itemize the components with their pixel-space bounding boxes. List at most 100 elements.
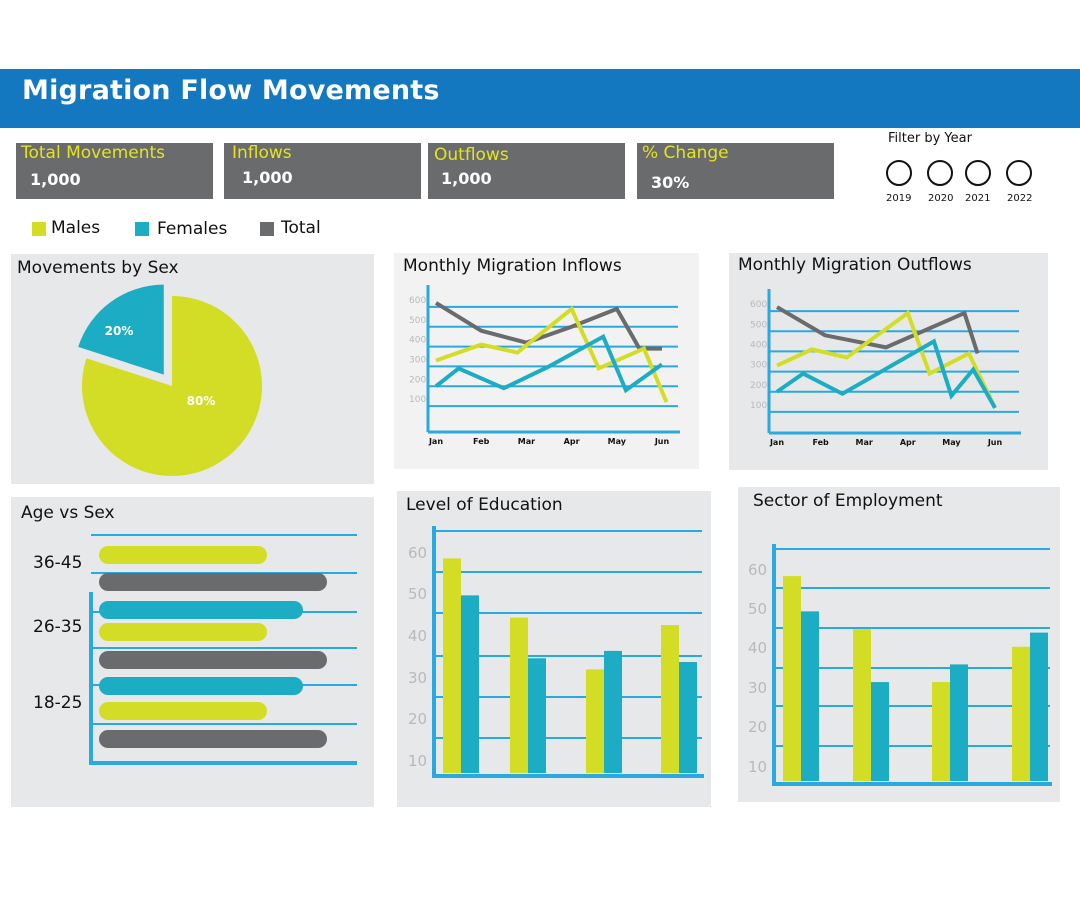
kpi-label: % Change <box>642 143 729 163</box>
category-label: 18-25 <box>33 693 82 713</box>
category-label: 36-45 <box>33 553 82 573</box>
dashboard-header: Migration Flow Movements <box>0 69 1080 128</box>
year-button-2020[interactable] <box>927 160 953 186</box>
x-tick-label: Feb <box>473 437 490 446</box>
bar-females <box>461 595 479 773</box>
page-title: Migration Flow Movements <box>22 75 440 106</box>
x-tick-label: May <box>608 437 627 446</box>
sector-bar-chart: 60 50 40 30 20 10 <box>748 544 1052 786</box>
y-tick-label: 50 <box>748 600 767 618</box>
bar-males <box>1012 646 1030 781</box>
bar-males <box>853 629 871 781</box>
y-tick-label: 60 <box>748 561 767 579</box>
legend-label-total: Total <box>281 218 321 238</box>
y-tick-label: 10 <box>408 752 427 770</box>
kpi-inflows: Inflows 1,000 <box>224 143 421 199</box>
x-tick-label: Feb <box>812 438 829 447</box>
pie-label: 80% <box>187 394 216 408</box>
bar-males <box>99 546 267 564</box>
bar-females <box>679 662 697 773</box>
y-tick-label: 600 <box>409 296 426 306</box>
bar-females <box>1030 632 1048 781</box>
category-label: 26-35 <box>33 617 82 637</box>
bar-males <box>510 617 528 773</box>
series-line-females <box>434 333 664 394</box>
y-tick-label: 10 <box>748 758 767 776</box>
y-tick-label: 40 <box>748 639 767 657</box>
legend-swatch-males <box>32 222 46 236</box>
legend-swatch-total <box>260 222 274 236</box>
x-tick-label: May <box>942 438 961 447</box>
bar-females <box>801 611 819 781</box>
year-label-2019: 2019 <box>886 193 912 204</box>
inflows-line-chart: 600 500 400 300 200 100 Jan Feb Mar Apr May Jun <box>409 285 680 446</box>
y-tick-label: 200 <box>750 381 767 391</box>
bar-males <box>443 558 461 773</box>
pie-label: 20% <box>105 324 134 338</box>
kpi-label: Outflows <box>434 145 509 165</box>
year-button-2019[interactable] <box>886 160 912 186</box>
kpi-total-movements: Total Movements 1,000 <box>16 143 213 199</box>
bar-males <box>783 576 801 781</box>
kpi-value: 1,000 <box>30 170 81 189</box>
bar-females <box>871 682 889 781</box>
bar-males <box>99 702 267 720</box>
x-tick-label: Mar <box>518 437 535 446</box>
bar-females <box>604 650 622 773</box>
y-tick-label: 300 <box>750 361 767 371</box>
bar-females <box>950 664 968 781</box>
y-tick-label: 100 <box>409 395 426 405</box>
year-button-2021[interactable] <box>965 160 991 186</box>
pie-chart: 20% 80% <box>78 284 262 476</box>
bar-total <box>99 573 327 591</box>
x-tick-label: Apr <box>564 437 580 446</box>
legend-swatch-females <box>135 222 149 236</box>
x-tick-label: Apr <box>900 438 916 447</box>
year-label-2022: 2022 <box>1007 193 1033 204</box>
kpi-value: 30% <box>651 173 690 192</box>
filter-title: Filter by Year <box>888 131 972 146</box>
y-tick-label: 400 <box>409 336 426 346</box>
kpi-label: Total Movements <box>21 143 166 163</box>
x-tick-label: Jan <box>428 437 443 446</box>
y-tick-label: 50 <box>408 585 427 603</box>
x-tick-label: Jun <box>987 438 1003 447</box>
y-tick-label: 500 <box>750 320 767 330</box>
outflows-line-chart: 600 500 400 300 200 100 Jan Feb Mar Apr May Jun <box>750 289 1021 447</box>
x-tick-label: Jan <box>769 438 784 447</box>
bar-females <box>528 658 546 773</box>
bar-males <box>932 682 950 781</box>
legend-label-males: Males <box>51 218 101 238</box>
year-button-2022[interactable] <box>1006 160 1032 186</box>
panel-monthly-outflows: Monthly Migration Outflows 600 500 400 300 2… <box>729 253 1048 470</box>
kpi-value: 1,000 <box>242 168 293 187</box>
bar-total <box>99 651 327 669</box>
y-tick-label: 20 <box>408 710 427 728</box>
y-tick-label: 400 <box>750 340 767 350</box>
bar-males <box>661 625 679 773</box>
x-tick-label: Jun <box>654 437 670 446</box>
y-tick-label: 200 <box>409 375 426 385</box>
panel-movements-by-sex: Movements by Sex 20% 80% <box>11 254 374 484</box>
y-tick-label: 100 <box>750 401 767 411</box>
bar-females <box>99 601 303 619</box>
series-line-total <box>775 305 980 355</box>
year-label-2020: 2020 <box>928 193 954 204</box>
bar-males <box>99 623 267 641</box>
y-tick-label: 600 <box>750 300 767 310</box>
y-tick-label: 40 <box>408 627 427 645</box>
panel-monthly-inflows: Monthly Migration Inflows 600 500 400 300 20… <box>394 253 699 469</box>
bar-males <box>586 669 604 773</box>
x-tick-label: Mar <box>856 438 873 447</box>
kpi-outflows: Outflows 1,000 <box>428 143 625 199</box>
kpi-percent-change: % Change 30% <box>637 143 834 199</box>
education-bar-chart: 60 50 40 30 20 10 <box>408 526 704 778</box>
panel-level-of-education: Level of Education 60 50 40 30 20 10 <box>397 491 711 807</box>
y-tick-label: 30 <box>748 679 767 697</box>
kpi-value: 1,000 <box>441 169 492 188</box>
y-tick-label: 30 <box>408 669 427 687</box>
pie-slice-males <box>82 295 262 476</box>
y-tick-label: 300 <box>409 355 426 365</box>
y-tick-label: 60 <box>408 544 427 562</box>
kpi-label: Inflows <box>232 143 292 163</box>
